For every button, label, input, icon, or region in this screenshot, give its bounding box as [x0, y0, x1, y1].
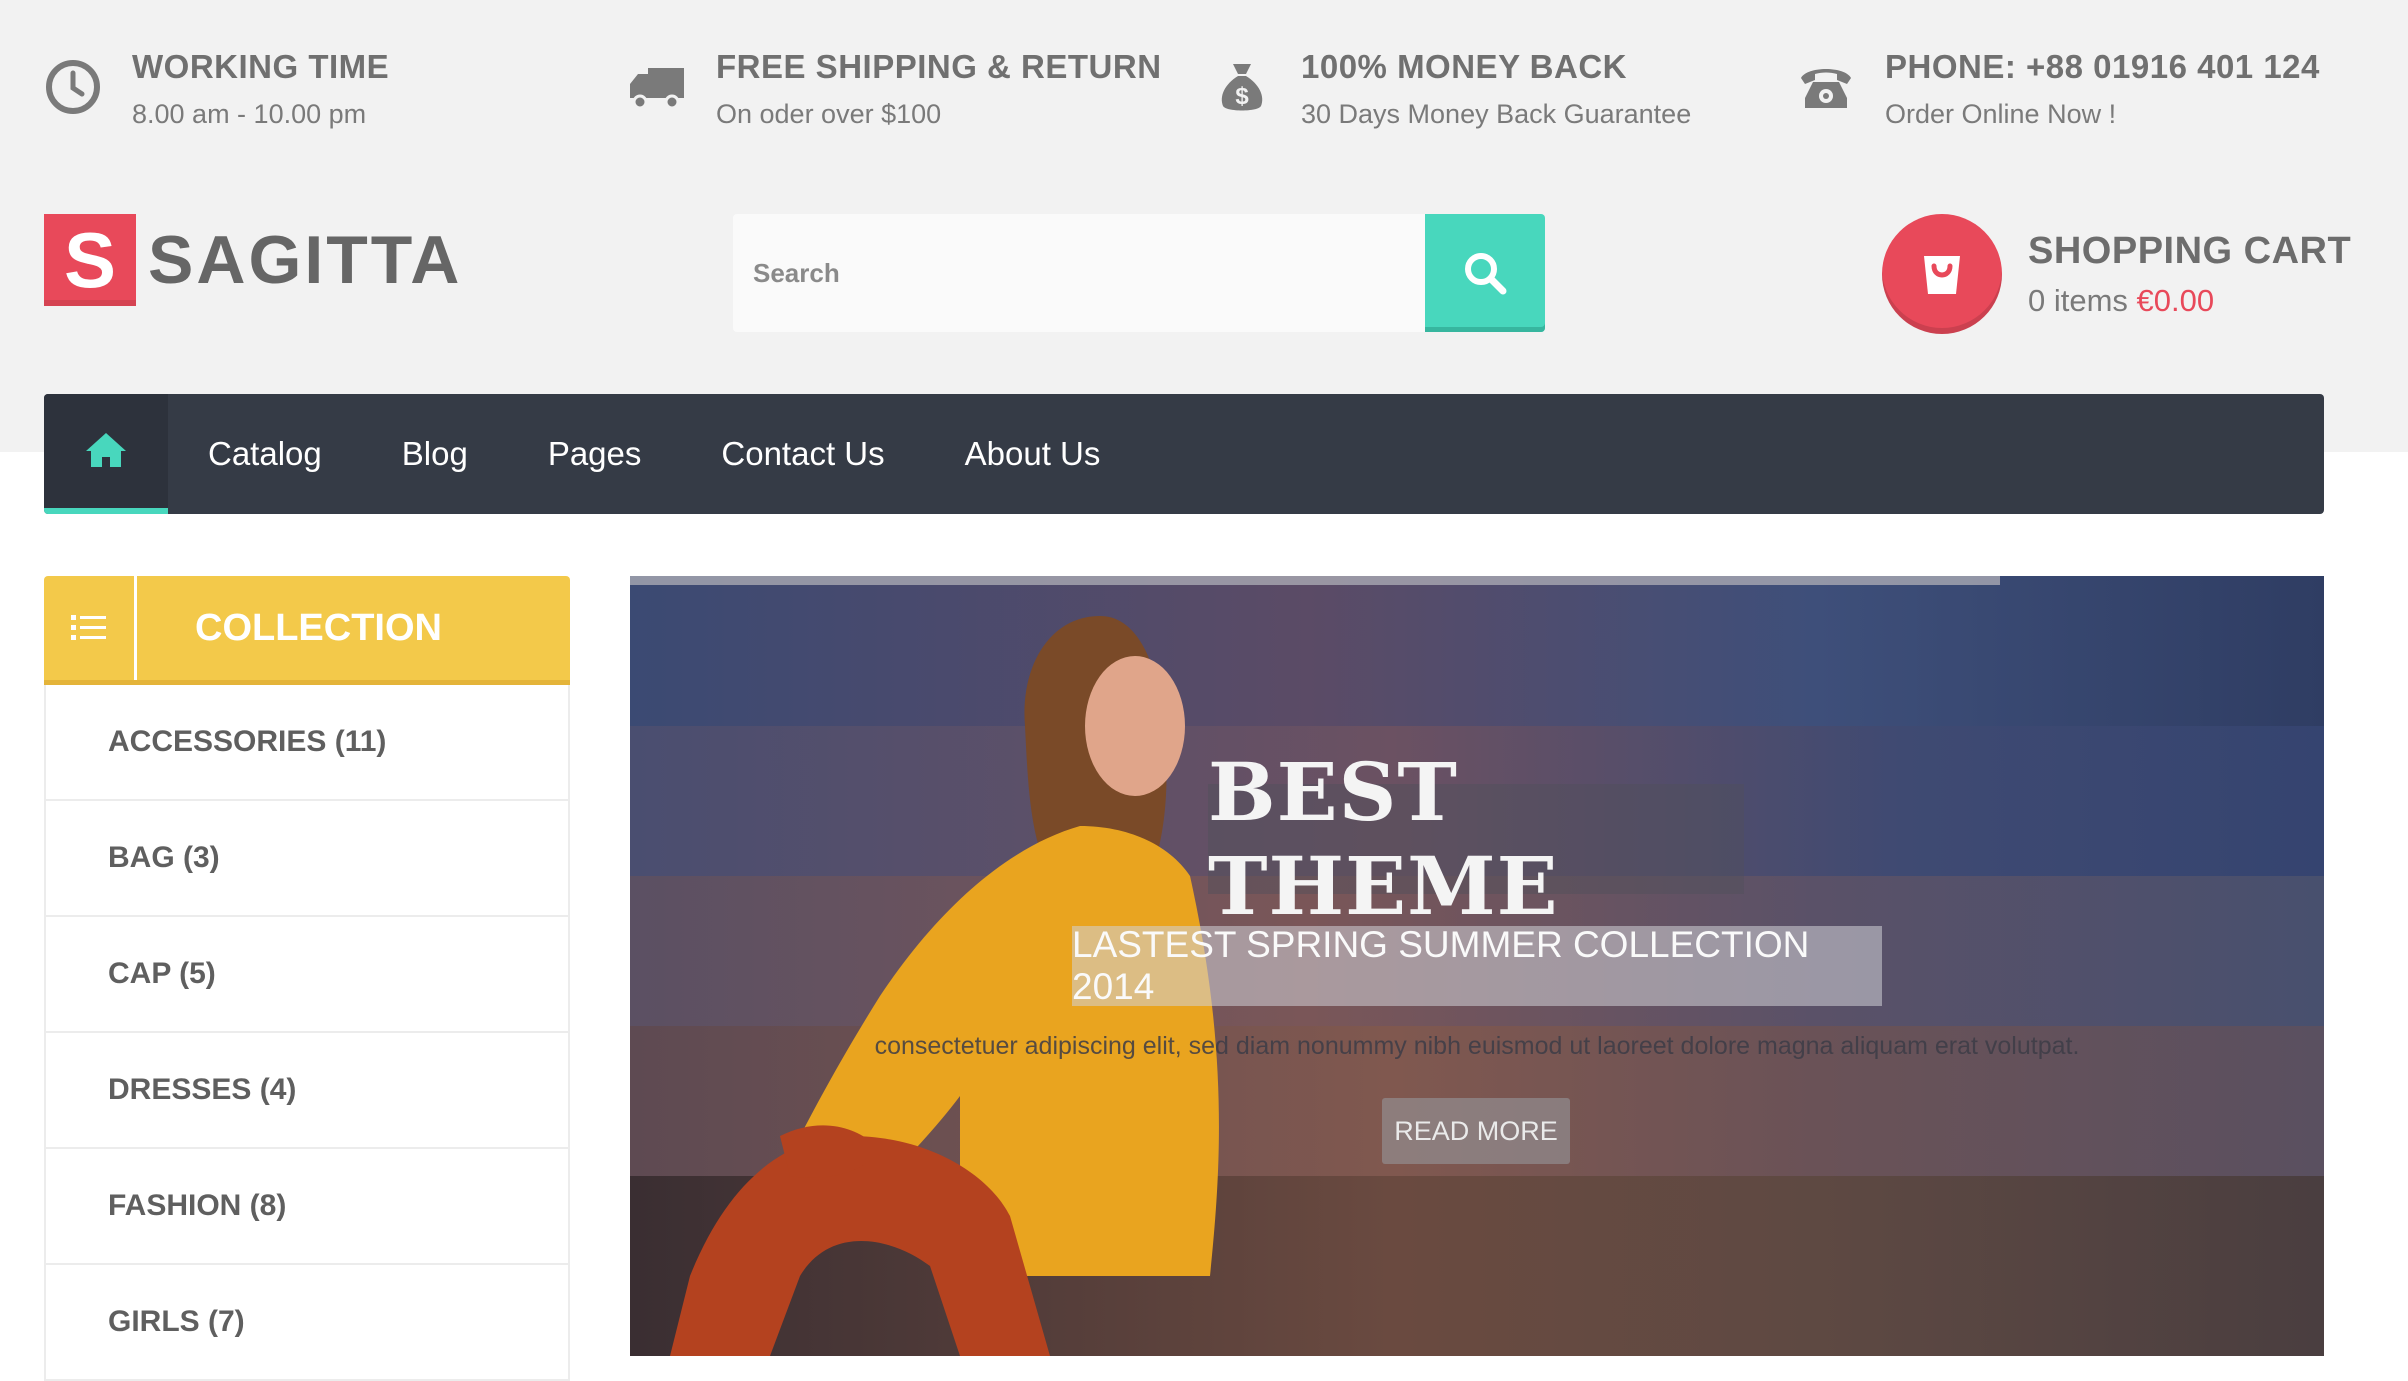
nav-item-about-us[interactable]: About Us	[965, 394, 1101, 514]
info-title: FREE SHIPPING & RETURN	[716, 48, 1162, 85]
telephone-icon	[1797, 58, 1855, 116]
info-subtitle: 8.00 am - 10.00 pm	[132, 99, 367, 129]
info-title: PHONE: +88 01916 401 124	[1885, 48, 2320, 85]
collection-item-cap[interactable]: CAP (5)	[44, 917, 570, 1033]
info-phone: PHONE: +88 01916 401 124 Order Online No…	[1797, 44, 2320, 140]
site-logo[interactable]: S SAGITTA	[44, 214, 462, 306]
logo-text: SAGITTA	[148, 222, 463, 298]
info-subtitle: On oder over $100	[716, 99, 942, 129]
hero-slider[interactable]: BEST THEME LASTEST SPRING SUMMER COLLECT…	[630, 576, 2324, 1356]
slide-subtitle: LASTEST SPRING SUMMER COLLECTION 2014	[1072, 924, 1810, 1007]
search-bar	[733, 214, 1545, 332]
main-navigation: Catalog Blog Pages Contact Us About Us	[44, 394, 2324, 514]
slide-description: consectetuer adipiscing elit, sed diam n…	[874, 1032, 2080, 1060]
slide-title-box: BEST THEME	[1208, 745, 1744, 933]
collection-title: COLLECTION	[195, 606, 442, 649]
collection-item-girls[interactable]: GIRLS (7)	[44, 1265, 570, 1381]
nav-item-pages[interactable]: Pages	[548, 394, 642, 514]
info-title: WORKING TIME	[132, 48, 390, 85]
list-icon	[44, 576, 137, 680]
money-bag-icon: $	[1213, 58, 1271, 116]
info-title: 100% MONEY BACK	[1301, 48, 1627, 85]
info-subtitle: 30 Days Money Back Guarantee	[1301, 99, 1692, 129]
cart-title: SHOPPING CART	[2028, 229, 2352, 272]
search-icon	[1465, 253, 1507, 295]
slide-title: BEST THEME	[1208, 745, 1559, 933]
clock-icon	[44, 58, 102, 116]
svg-text:$: $	[1235, 83, 1249, 110]
cart-items-count: 0 items	[2028, 282, 2128, 318]
collection-header[interactable]: COLLECTION	[44, 576, 570, 685]
nav-item-blog[interactable]: Blog	[402, 394, 468, 514]
read-more-label: READ MORE	[1394, 1115, 1558, 1146]
info-money-back: $ 100% MONEY BACK 30 Days Money Back Gua…	[1213, 44, 1691, 140]
nav-item-contact-us[interactable]: Contact Us	[721, 394, 884, 514]
collection-item-dresses[interactable]: DRESSES (4)	[44, 1033, 570, 1149]
logo-mark: S	[44, 214, 136, 306]
collection-sidebar: COLLECTION ACCESSORIES (11) BAG (3) CAP …	[44, 576, 570, 1381]
cart-summary: 0 items €0.00	[2028, 283, 2351, 319]
nav-item-catalog[interactable]: Catalog	[208, 394, 322, 514]
read-more-button[interactable]: READ MORE	[1382, 1098, 1570, 1164]
search-button[interactable]	[1425, 214, 1545, 332]
collection-item-bag[interactable]: BAG (3)	[44, 801, 570, 917]
cart-bag-icon	[1882, 214, 2002, 334]
home-icon	[86, 433, 126, 467]
search-input[interactable]	[733, 214, 1425, 332]
info-free-shipping: FREE SHIPPING & RETURN On oder over $100	[628, 44, 1162, 140]
shopping-cart[interactable]: SHOPPING CART 0 items €0.00	[1882, 214, 2351, 334]
slide-subtitle-box: LASTEST SPRING SUMMER COLLECTION 2014	[1072, 924, 1882, 1007]
cart-total: €0.00	[2136, 282, 2215, 318]
info-working-time: WORKING TIME 8.00 am - 10.00 pm	[44, 44, 389, 140]
collection-item-accessories[interactable]: ACCESSORIES (11)	[44, 685, 570, 801]
collection-item-fashion[interactable]: FASHION (8)	[44, 1149, 570, 1265]
nav-home-button[interactable]	[44, 394, 168, 514]
truck-icon	[628, 58, 686, 116]
info-subtitle: Order Online Now !	[1885, 99, 2117, 129]
